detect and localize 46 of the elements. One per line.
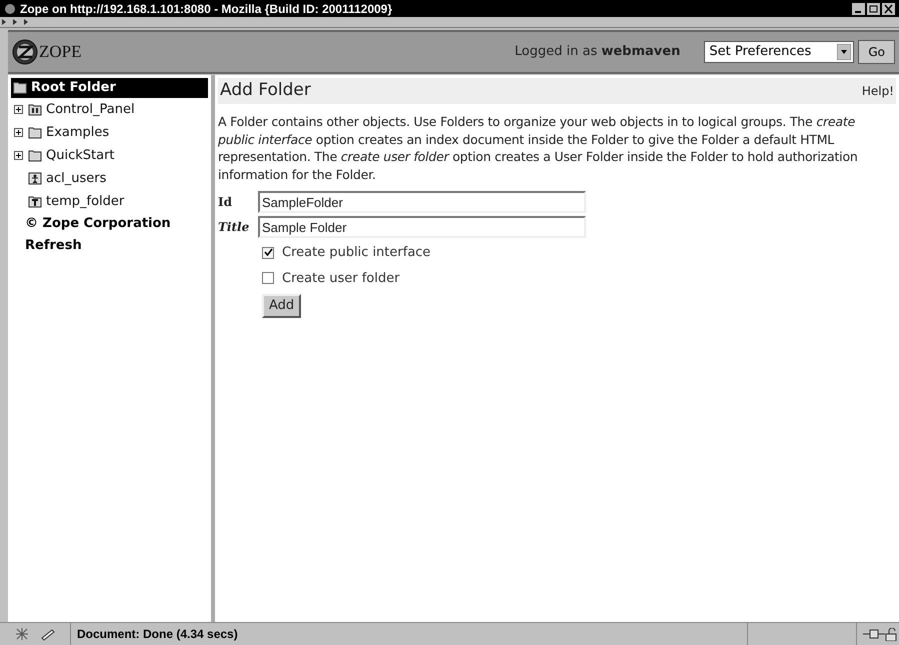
logged-in-text: Logged in as webmaven (514, 43, 680, 62)
logo-icon (12, 39, 38, 65)
description-text: A Folder contains other objects. Use Folders to organize your web objects in to logical groups. The create public interface option creates an index document inside the Folder to give the Folder a default HTML representation. The create user folder option creates a User Folder inside the Folder to hold authorization information for the Folder. (218, 113, 859, 183)
app-icon (4, 2, 16, 14)
window-title: Zope on http://192.168.1.101:8080 - Mozilla {Build ID: 2001112009} (20, 0, 394, 18)
go-button[interactable]: Go (858, 40, 895, 64)
sparkle-icon[interactable] (14, 627, 30, 641)
minimize-icon[interactable] (852, 2, 865, 14)
sidebar-link[interactable]: Refresh (11, 235, 208, 257)
temp-folder-icon (28, 195, 42, 208)
expand-icon[interactable] (14, 105, 23, 114)
field-label: Title (218, 219, 250, 236)
folder-icon (13, 82, 27, 94)
plug-icon (863, 628, 885, 640)
check-icon (264, 248, 272, 258)
expand-icon[interactable] (14, 128, 23, 137)
pen-icon[interactable] (40, 627, 56, 641)
tree-item-link[interactable]: acl_users (46, 168, 106, 188)
checkbox[interactable] (262, 272, 274, 284)
status-text: Document: Done (4.34 secs) (76, 626, 239, 643)
text-field[interactable]: SampleFolder (258, 191, 586, 213)
dropdown-arrow-icon (837, 44, 852, 60)
expand-icon[interactable] (14, 151, 23, 160)
folder-icon (28, 126, 42, 139)
tree-item-link[interactable]: Control_Panel (46, 100, 135, 120)
control-panel-icon (28, 103, 42, 116)
maximize-icon[interactable] (867, 2, 880, 14)
add-button[interactable]: Add (262, 294, 302, 318)
text-field[interactable]: Sample Folder (258, 216, 586, 238)
checkbox-label: Create user folder (282, 270, 400, 288)
user-folder-icon (28, 172, 42, 185)
sidebar-link[interactable]: © Zope Corporation (11, 213, 208, 235)
preferences-select[interactable]: Set Preferences (704, 41, 854, 63)
tree-item-link[interactable]: Examples (46, 122, 110, 142)
lock-icon (885, 628, 897, 640)
logo-text: ZOPE (39, 41, 82, 64)
close-icon[interactable] (882, 2, 895, 14)
checkbox-label: Create public interface (282, 244, 431, 262)
tree-item-link[interactable]: temp_folder (46, 192, 124, 212)
help-link[interactable]: Help! (862, 82, 894, 100)
tree-item-link[interactable]: QuickStart (46, 146, 115, 166)
checkbox[interactable] (262, 246, 274, 259)
folder-icon (28, 149, 42, 162)
field-label: Id (218, 194, 234, 211)
root-folder-item[interactable]: Root Folder (11, 78, 208, 98)
page-heading: Add Folder (220, 79, 311, 102)
